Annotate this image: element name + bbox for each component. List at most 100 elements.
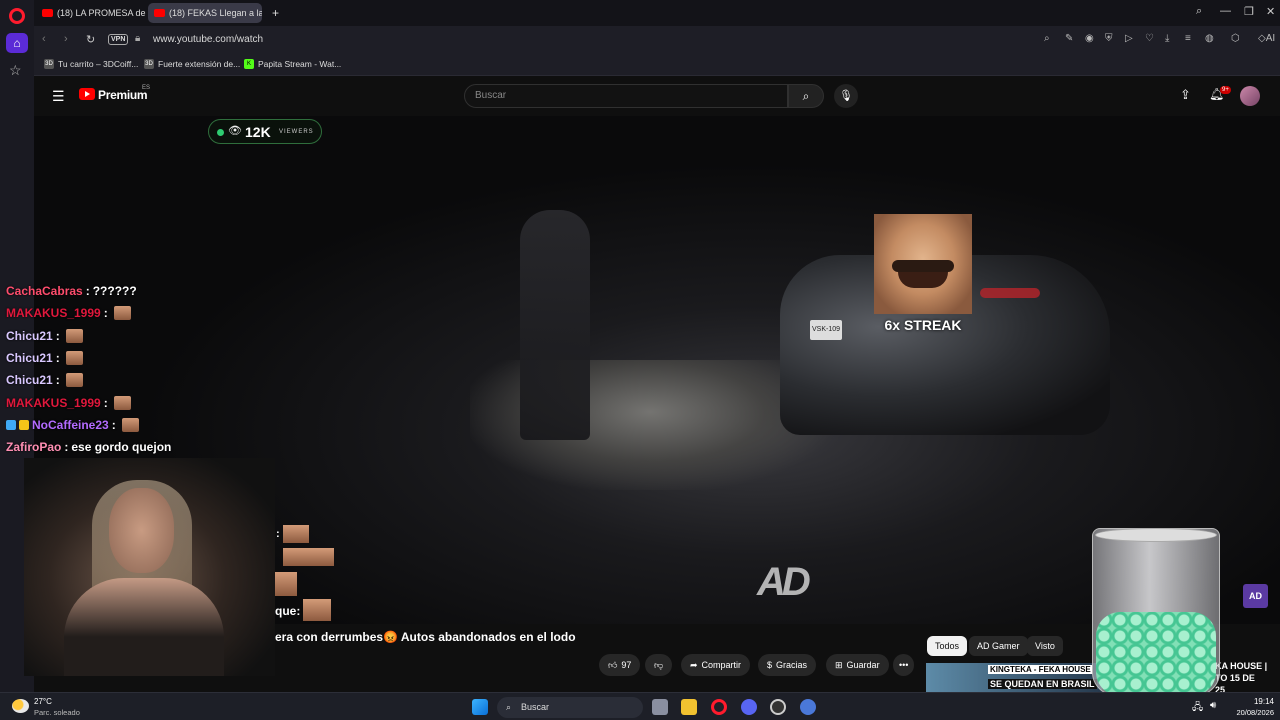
partial-chat-text: que:: [275, 604, 301, 618]
tab-title: (18) FEKAS Llegan a la: [169, 8, 262, 18]
clock-date[interactable]: 20/08/2026: [1228, 708, 1274, 717]
chat-separator: :: [64, 440, 69, 454]
more-icon: •••: [899, 660, 909, 670]
thanks-label: Gracias: [776, 660, 808, 670]
chat-username[interactable]: Chicu21: [6, 373, 53, 387]
search-icon[interactable]: ⌕: [1044, 33, 1050, 44]
chat-message: NoCaffeine23:: [6, 418, 139, 432]
new-tab-button[interactable]: +: [266, 3, 285, 23]
shield-icon[interactable]: ⛨: [1105, 33, 1113, 44]
chat-username[interactable]: Chicu21: [6, 351, 53, 365]
reload-icon[interactable]: ↻: [86, 33, 95, 46]
close-icon[interactable]: ✕: [1266, 5, 1275, 18]
more-actions-button[interactable]: •••: [893, 654, 915, 676]
chat-username[interactable]: MAKAKUS_1999: [6, 396, 101, 410]
chat-emote: [283, 525, 309, 543]
bookmark-label: Fuerte extensión de...: [158, 59, 241, 69]
vpn-badge[interactable]: VPN: [108, 34, 129, 45]
chat-emote: [275, 572, 297, 596]
channel-logo[interactable]: AD: [1243, 584, 1268, 608]
bookmark-label: Tu carrito – 3DCoiff...: [58, 59, 139, 69]
app-icon[interactable]: [770, 699, 786, 715]
chip-visto[interactable]: Visto: [1027, 636, 1063, 656]
hamburger-menu-icon[interactable]: ☰: [52, 88, 65, 105]
back-icon[interactable]: ‹: [42, 33, 46, 45]
volume-icon[interactable]: 🔊︎: [1210, 700, 1216, 711]
file-explorer-icon[interactable]: [681, 699, 697, 715]
heart-icon[interactable]: ♡: [1145, 33, 1154, 44]
chat-username[interactable]: ZafiroPao: [6, 440, 61, 454]
webcam-face: [109, 488, 174, 573]
weather-description[interactable]: Parc. soleado: [34, 708, 80, 717]
discord-icon[interactable]: [741, 699, 757, 715]
ai-button[interactable]: ◇AI: [1258, 33, 1275, 44]
chip-ad-gamer[interactable]: AD Gamer: [969, 636, 1028, 656]
save-button[interactable]: ⊞ Guardar: [826, 654, 889, 676]
bookmark-item[interactable]: 3D Tu carrito – 3DCoiff...: [44, 59, 138, 69]
microphone-icon[interactable]: 🎙︎: [834, 84, 858, 108]
share-button[interactable]: ➦ Compartir: [681, 654, 751, 676]
chat-emote: [113, 306, 131, 320]
webcam-overlay: [24, 458, 275, 676]
like-button[interactable]: 👍︎ 97: [599, 654, 641, 676]
car-taillight: [980, 288, 1040, 298]
forward-icon[interactable]: ›: [64, 33, 68, 45]
bookmark-icon: ⊞: [835, 659, 843, 670]
lock-icon[interactable]: 🔒︎: [135, 33, 140, 44]
opera-icon[interactable]: [711, 699, 727, 715]
chat-emote: [65, 373, 83, 387]
opera-logo-icon[interactable]: [9, 8, 25, 24]
dislike-button[interactable]: 👎︎: [645, 654, 673, 676]
chat-username[interactable]: NoCaffeine23: [32, 418, 109, 432]
menu-lines-icon[interactable]: ≡: [1185, 33, 1191, 44]
chat-username[interactable]: Chicu21: [6, 329, 53, 343]
search-icon: ⌕: [506, 702, 512, 712]
chat-separator: :: [103, 306, 108, 320]
network-icon[interactable]: 🖧︎: [1192, 700, 1203, 717]
profile-icon[interactable]: ◍: [1205, 33, 1214, 44]
thumbs-up-icon: 👍︎: [608, 659, 618, 670]
star-icon[interactable]: ☆: [9, 62, 22, 79]
clock-time[interactable]: 19:14: [1244, 697, 1274, 706]
youtube-logo-icon[interactable]: [79, 88, 95, 100]
home-icon[interactable]: ⌂: [6, 33, 28, 53]
extensions-icon[interactable]: ⬡: [1231, 33, 1240, 44]
download-icon[interactable]: ⤓: [1165, 33, 1169, 44]
chat-message: MAKAKUS_1999:: [6, 396, 131, 410]
maximize-icon[interactable]: ❐: [1244, 5, 1254, 18]
bookmark-item[interactable]: K Papita Stream - Wat...: [244, 59, 341, 69]
thanks-button[interactable]: $ Gracias: [758, 654, 817, 676]
minimize-icon[interactable]: —: [1220, 5, 1231, 17]
settings-icon[interactable]: [800, 699, 816, 715]
task-view-icon[interactable]: [652, 699, 668, 715]
tab-fekas[interactable]: (18) FEKAS Llegan a la: [148, 3, 262, 23]
camera-icon[interactable]: ◉: [1085, 33, 1094, 44]
chat-username[interactable]: CachaCabras: [6, 284, 83, 298]
play-icon[interactable]: ▷: [1125, 33, 1133, 44]
live-dot-icon: [217, 129, 224, 136]
search-tabs-icon[interactable]: ⌕: [1196, 5, 1202, 18]
tab-title: (18) LA PROMESA de King: [57, 8, 146, 18]
youtube-premium-label[interactable]: Premium: [98, 88, 148, 102]
chip-todos[interactable]: Todos: [927, 636, 968, 656]
taskbar-search[interactable]: ⌕ Buscar: [497, 697, 643, 718]
weather-icon[interactable]: [12, 699, 29, 713]
related-video-title[interactable]: KA HOUSE | TO 15 DE 25: [1215, 660, 1267, 696]
bookmark-item[interactable]: 3D Fuerte extensión de...: [144, 59, 240, 69]
windows-start-icon[interactable]: [472, 699, 488, 715]
address-bar: ‹ › ↻ VPN 🔒︎ www.youtube.com/watch ⌕ ✎ ◉…: [34, 26, 1280, 54]
chat-username[interactable]: MAKAKUS_1999: [6, 306, 101, 320]
tab-la-promesa[interactable]: (18) LA PROMESA de King: [36, 3, 146, 23]
streak-emote-image: [874, 214, 972, 314]
search-button[interactable]: ⌕: [788, 84, 824, 108]
related-video-thumbnail[interactable]: KINGTEKA - FEKA HOUSE SE QUEDAN EN BRASI…: [926, 663, 1102, 693]
edit-icon[interactable]: ✎: [1065, 33, 1073, 44]
url-field[interactable]: www.youtube.com/watch: [153, 34, 263, 45]
like-count: 97: [621, 660, 632, 670]
upload-icon[interactable]: ⇪: [1180, 87, 1191, 103]
chat-message: CachaCabras:??????: [6, 284, 137, 298]
avatar[interactable]: [1240, 86, 1260, 106]
search-input[interactable]: Buscar: [464, 84, 788, 108]
chat-separator: :: [55, 351, 60, 365]
weather-temperature[interactable]: 27°C: [34, 697, 52, 706]
